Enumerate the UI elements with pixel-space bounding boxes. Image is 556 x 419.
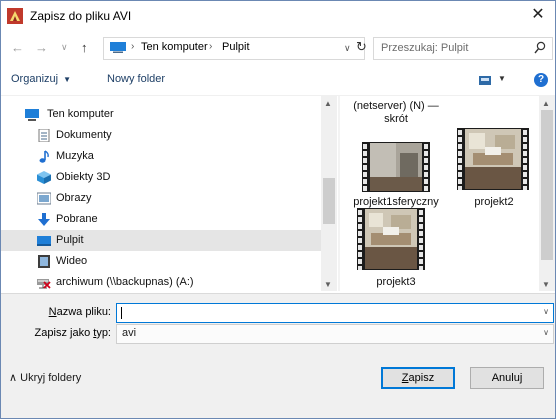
file-type-select[interactable]: avi ∨ — [116, 324, 554, 344]
scrollbar-thumb[interactable] — [541, 110, 553, 260]
help-icon[interactable]: ? — [534, 73, 548, 87]
close-button[interactable]: ✕ — [521, 1, 555, 31]
hide-folders-button[interactable]: ∧ Ukryj foldery — [9, 371, 81, 384]
navigation-pane: Ten komputer Dokumenty Muzyka Obiekty 3D… — [1, 96, 337, 291]
sidebar-item-downloads[interactable]: Pobrane — [1, 209, 321, 230]
cancel-button[interactable]: Anuluj — [470, 367, 544, 389]
address-row: ← → ∨ ↑ › Ten komputer › Pulpit ∨ ↻ Prze… — [1, 31, 555, 65]
computer-icon — [110, 42, 126, 53]
video-thumbnail — [362, 142, 430, 192]
refresh-icon[interactable]: ↻ — [356, 39, 367, 55]
window-title: Zapisz do pliku AVI — [30, 9, 132, 23]
title-bar: Zapisz do pliku AVI ✕ — [1, 1, 555, 31]
search-placeholder: Przeszukaj: Pulpit — [381, 42, 469, 54]
video-frame-image — [370, 143, 422, 191]
organize-label: Organizuj — [11, 73, 59, 85]
file-item-video[interactable]: projekt1sferyczny — [341, 136, 451, 212]
video-frame-image — [465, 129, 521, 189]
breadcrumb-this-pc[interactable]: Ten komputer — [141, 41, 208, 53]
scroll-down-icon[interactable]: ▼ — [324, 280, 332, 289]
save-dialog: Zapisz do pliku AVI ✕ ← → ∨ ↑ › Ten komp… — [0, 0, 556, 419]
organize-button[interactable]: Organizuj ▼ — [11, 73, 71, 85]
sidebar-item-network-drive[interactable]: archiwum (\\backupnas) (A:) — [1, 272, 321, 293]
pictures-icon — [37, 192, 51, 205]
save-button[interactable]: Zapisz — [381, 367, 455, 389]
search-icon — [534, 41, 546, 54]
file-item-video[interactable]: projekt3 — [341, 208, 451, 290]
scroll-up-icon[interactable]: ▲ — [542, 99, 550, 108]
scrollbar-thumb[interactable] — [323, 178, 335, 224]
scroll-up-icon[interactable]: ▲ — [324, 99, 332, 108]
video-thumbnail — [457, 128, 529, 190]
chevron-down-icon[interactable]: ▼ — [498, 74, 506, 83]
search-input[interactable]: Przeszukaj: Pulpit — [373, 37, 553, 60]
network-drive-icon — [37, 279, 51, 289]
file-list: (netserver) (N) — skrót projekt1sferyczn… — [341, 96, 555, 291]
documents-icon — [38, 129, 50, 142]
video-icon — [38, 255, 50, 268]
desktop-icon — [37, 236, 51, 246]
address-dropdown-icon[interactable]: ∨ — [344, 43, 351, 54]
forward-arrow-icon[interactable]: → — [35, 40, 48, 55]
sidebar-item-this-pc[interactable]: Ten komputer — [1, 104, 321, 125]
video-frame-image — [365, 209, 417, 269]
filename-field[interactable]: ∨ — [116, 303, 554, 323]
back-arrow-icon[interactable]: ← — [11, 40, 24, 55]
chevron-down-icon[interactable]: ∨ — [543, 328, 549, 337]
sidebar-item-documents[interactable]: Dokumenty — [1, 125, 321, 146]
objects-3d-icon — [37, 171, 51, 184]
computer-icon — [25, 109, 39, 121]
breadcrumb-separator: › — [131, 41, 135, 52]
downloads-icon — [38, 213, 50, 226]
sidebar-item-music[interactable]: Muzyka — [1, 146, 321, 167]
breadcrumb-separator: › — [209, 41, 213, 52]
scroll-down-icon[interactable]: ▼ — [542, 280, 550, 289]
file-list-scrollbar[interactable]: ▲ ▼ — [539, 96, 555, 291]
filename-label: Nazwa pliku: — [48, 306, 111, 318]
new-folder-button[interactable]: Nowy folder — [107, 73, 165, 85]
music-icon — [39, 150, 49, 163]
chevron-up-icon: ∧ — [9, 372, 18, 384]
up-arrow-icon[interactable]: ↑ — [81, 40, 88, 55]
chevron-down-icon[interactable]: ∨ — [543, 307, 549, 316]
file-item-video[interactable]: projekt2 — [441, 124, 551, 212]
address-bar[interactable]: › Ten komputer › Pulpit — [103, 37, 365, 60]
nav-scrollbar[interactable]: ▲ ▼ — [321, 96, 337, 291]
view-options-icon[interactable] — [479, 76, 491, 85]
sidebar-item-videos[interactable]: Wideo — [1, 251, 321, 272]
recent-locations-icon[interactable]: ∨ — [61, 42, 68, 53]
pane-splitter[interactable] — [338, 96, 340, 291]
chevron-down-icon: ▼ — [63, 75, 71, 84]
sidebar-item-pictures[interactable]: Obrazy — [1, 188, 321, 209]
breadcrumb-desktop[interactable]: Pulpit — [222, 41, 250, 53]
file-item-shortcut[interactable]: (netserver) (N) — skrót — [341, 96, 451, 126]
sidebar-item-3d-objects[interactable]: Obiekty 3D — [1, 167, 321, 188]
command-bar: Organizuj ▼ Nowy folder ▼ ? — [1, 65, 555, 96]
file-type-label: Zapisz jako typ: — [34, 327, 111, 339]
video-thumbnail — [357, 208, 425, 270]
text-caret — [121, 307, 122, 319]
sidebar-item-desktop[interactable]: Pulpit — [1, 230, 321, 251]
save-form: Nazwa pliku: ∨ Zapisz jako typ: avi ∨ — [1, 293, 555, 418]
app-icon — [7, 8, 23, 24]
